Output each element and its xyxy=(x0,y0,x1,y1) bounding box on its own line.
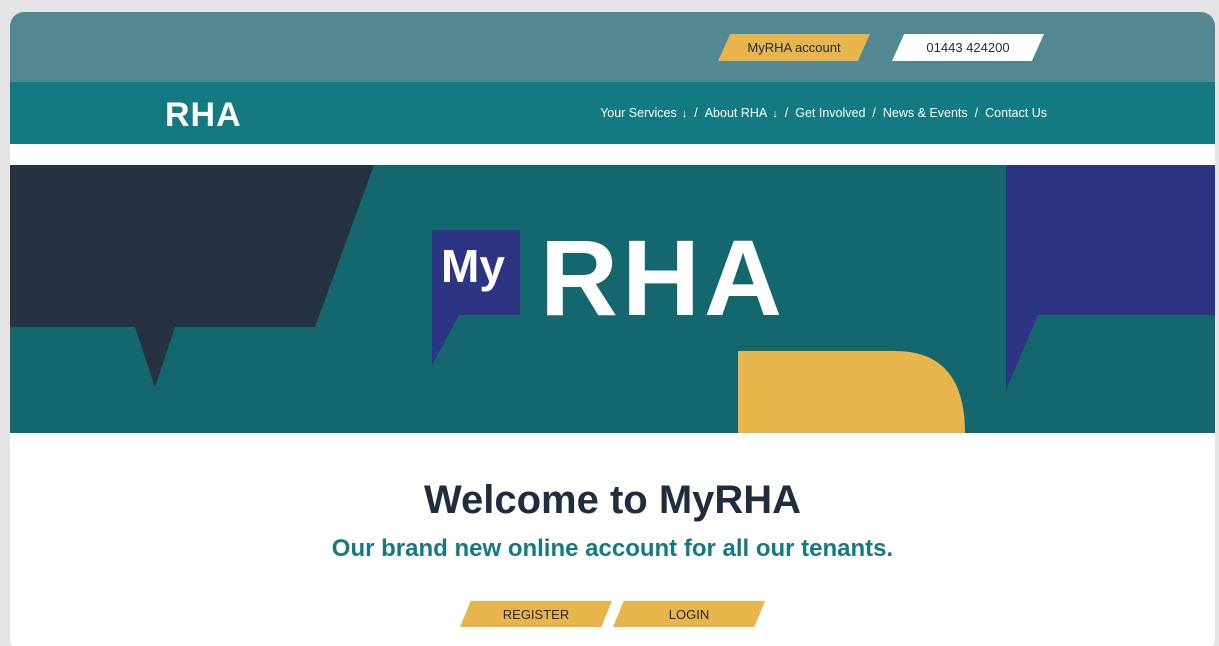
nav-separator: / xyxy=(694,106,698,120)
nav-item-label: About RHA xyxy=(704,106,768,120)
nav-separator: / xyxy=(784,106,789,120)
speech-bubble-navy-shape xyxy=(10,165,374,387)
nav-item-about-rha[interactable]: About RHA ↓ xyxy=(705,106,778,120)
main-nav: Your Services ↓ / About RHA ↓ / Get Involv… xyxy=(600,106,1047,120)
nav-item-contact-us[interactable]: Contact Us xyxy=(985,106,1047,120)
yellow-shape xyxy=(738,351,965,433)
myrha-account-button[interactable]: MyRHA account xyxy=(718,34,870,61)
hero-banner: My RHA xyxy=(10,165,1215,433)
register-button[interactable]: REGISTER xyxy=(460,601,612,627)
arrow-down-icon: ↓ xyxy=(681,108,688,120)
rha-logo[interactable]: RHA xyxy=(165,96,242,135)
arrow-down-icon: ↓ xyxy=(772,108,778,120)
welcome-section: Welcome to MyRHA Our brand new online ac… xyxy=(10,433,1215,646)
hero-logo-my: My xyxy=(441,240,505,292)
page-subtitle: Our brand new online account for all our… xyxy=(331,535,894,562)
nav-item-label: Your Services xyxy=(600,106,677,120)
speech-bubble-purple-shape xyxy=(1006,165,1215,390)
nav-item-your-services[interactable]: Your Services ↓ xyxy=(600,106,687,120)
main-navbar: RHA Your Services ↓ / About RHA ↓ / Get In… xyxy=(10,82,1215,144)
hero-logo-rha: RHA xyxy=(540,217,786,338)
nav-separator: / xyxy=(974,106,979,120)
nav-separator: / xyxy=(872,106,876,120)
hero-graphic: My RHA xyxy=(10,165,1215,433)
phone-number-button[interactable]: 01443 424200 xyxy=(892,34,1044,61)
nav-item-get-involved[interactable]: Get Involved xyxy=(795,106,865,120)
page-title: Welcome to MyRHA xyxy=(423,478,802,522)
top-bar: MyRHA account 01443 424200 xyxy=(10,12,1215,82)
nav-item-news-events[interactable]: News & Events xyxy=(883,106,968,120)
login-button[interactable]: LOGIN xyxy=(613,601,765,627)
browser-frame: MyRHA account 01443 424200 RHA Your Serv… xyxy=(10,12,1215,646)
